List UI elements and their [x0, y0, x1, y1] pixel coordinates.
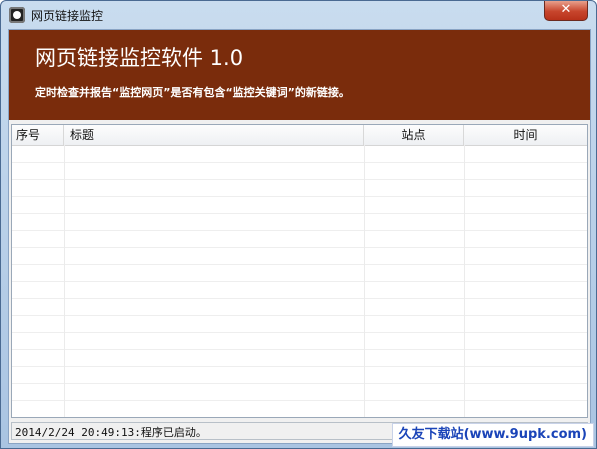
table-row[interactable] — [12, 350, 587, 367]
table-row[interactable] — [12, 214, 587, 231]
banner-title: 网页链接监控软件 1.0 — [35, 46, 244, 70]
table-row[interactable] — [12, 299, 587, 316]
column-divider — [464, 145, 465, 417]
table-row[interactable] — [12, 384, 587, 401]
table-row[interactable] — [12, 333, 587, 350]
title-bar[interactable]: 网页链接监控 ✕ — [1, 1, 596, 29]
table-row[interactable] — [12, 367, 587, 384]
table-row[interactable] — [12, 316, 587, 333]
table-row[interactable] — [12, 163, 587, 180]
window-title: 网页链接监控 — [31, 9, 104, 23]
column-header-seq[interactable]: 序号 — [12, 125, 64, 145]
table-row[interactable] — [12, 231, 587, 248]
column-divider — [364, 145, 365, 417]
table-header: 序号 标题 站点 时间 — [12, 125, 587, 146]
header-banner: 网页链接监控软件 1.0 定时检查并报告“监控网页”是否有包含“监控关键词”的新… — [9, 30, 590, 120]
client-area: 网页链接监控软件 1.0 定时检查并报告“监控网页”是否有包含“监控关键词”的新… — [8, 29, 591, 444]
column-header-time[interactable]: 时间 — [464, 125, 587, 145]
close-button[interactable]: ✕ — [544, 1, 588, 21]
watermark-logo: 久友下载站(www.9upk.com) — [391, 423, 594, 447]
banner-subtitle: 定时检查并报告“监控网页”是否有包含“监控关键词”的新链接。 — [35, 86, 350, 99]
table-row[interactable] — [12, 197, 587, 214]
table-row[interactable] — [12, 401, 587, 417]
status-text: 2014/2/24 20:49:13:程序已启动。 — [15, 426, 207, 439]
table-row[interactable] — [12, 180, 587, 197]
table-row[interactable] — [12, 248, 587, 265]
links-table[interactable]: 序号 标题 站点 时间 — [11, 124, 588, 418]
table-row[interactable] — [12, 282, 587, 299]
table-row[interactable] — [12, 146, 587, 163]
column-header-title[interactable]: 标题 — [64, 125, 364, 145]
column-header-site[interactable]: 站点 — [364, 125, 464, 145]
column-divider — [64, 145, 65, 417]
table-row[interactable] — [12, 265, 587, 282]
app-window: 网页链接监控 ✕ 网页链接监控软件 1.0 定时检查并报告“监控网页”是否有包含… — [0, 0, 597, 449]
app-icon — [9, 7, 25, 23]
